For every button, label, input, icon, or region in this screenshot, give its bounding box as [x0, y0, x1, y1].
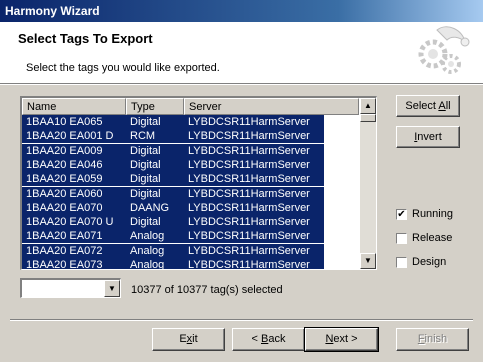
release-checkbox[interactable]: [396, 233, 407, 244]
cell-type: Digital: [130, 187, 161, 200]
release-label[interactable]: Release: [412, 232, 452, 244]
back-label-a: <: [251, 333, 261, 345]
cell-name: 1BAA20 EA070 U: [26, 216, 114, 229]
table-row[interactable]: 1BAA20 EA060 Digital LYBDCSR11HarmServer: [22, 186, 324, 201]
list-header: Name Type Server: [22, 98, 359, 115]
back-button[interactable]: < Back: [232, 328, 305, 351]
table-row[interactable]: 1BAA20 EA009 Digital LYBDCSR11HarmServer: [22, 143, 324, 158]
back-label-b: ack: [268, 333, 286, 345]
table-row[interactable]: 1BAA20 EA070 DAANG LYBDCSR11HarmServer: [22, 200, 324, 215]
cell-type: Digital: [130, 116, 161, 128]
cell-type: Analog: [130, 244, 165, 257]
vertical-scrollbar[interactable]: ▲ ▼: [360, 98, 376, 269]
cell-server: LYBDCSR11HarmServer: [188, 230, 310, 243]
invert-button[interactable]: Invert: [396, 126, 460, 148]
cell-name: 1BAA20 EA060: [26, 187, 103, 200]
page-subtitle: Select the tags you would like exported.: [26, 62, 220, 74]
table-row[interactable]: 1BAA20 EA070 U Digital LYBDCSR11HarmServer: [22, 215, 324, 230]
select-all-label-a: Select: [405, 100, 439, 112]
cell-type: Analog: [130, 230, 165, 243]
window-title: Harmony Wizard: [5, 4, 100, 18]
selection-status: 10377 of 10377 tag(s) selected: [131, 284, 283, 296]
finish-label-b: inish: [424, 333, 448, 345]
cell-server: LYBDCSR11HarmServer: [188, 187, 310, 200]
cell-server: LYBDCSR11HarmServer: [188, 259, 310, 270]
cell-name: 1BAA20 EA001 D: [26, 130, 114, 143]
invert-label-b: nvert: [417, 131, 442, 143]
cell-name: 1BAA20 EA009: [26, 144, 103, 157]
cell-name: 1BAA20 EA072: [26, 244, 103, 257]
footer-separator: [10, 319, 473, 321]
cell-type: Digital: [130, 158, 161, 171]
cell-name: 1BAA20 EA059: [26, 173, 103, 186]
table-row[interactable]: 1BAA20 EA001 D RCM LYBDCSR11HarmServer: [22, 129, 324, 144]
cell-type: Digital: [130, 144, 161, 157]
column-header-type[interactable]: Type: [126, 98, 184, 115]
filter-combobox[interactable]: ▼: [20, 278, 121, 298]
scroll-thumb[interactable]: [360, 114, 376, 122]
table-row[interactable]: 1BAA20 EA073 Analog LYBDCSR11HarmServer: [22, 258, 324, 270]
wizard-hat-gears-icon: [418, 26, 470, 74]
select-all-button[interactable]: Select All: [396, 95, 460, 117]
cell-type: RCM: [130, 130, 156, 143]
cell-type: Digital: [130, 173, 161, 186]
select-all-label-b: ll: [445, 100, 451, 112]
cell-type: Analog: [130, 259, 165, 270]
tags-list[interactable]: Name Type Server 1BAA10 EA065 Digital LYBD…: [20, 96, 377, 270]
finish-mnemonic: F: [417, 333, 425, 345]
cell-server: LYBDCSR11HarmServer: [188, 173, 310, 186]
chevron-down-icon[interactable]: ▼: [104, 280, 120, 297]
cell-type: Digital: [130, 216, 161, 229]
page-title: Select Tags To Export: [18, 31, 153, 46]
table-row[interactable]: 1BAA10 EA065 Digital LYBDCSR11HarmServer: [22, 115, 324, 129]
title-bar: Harmony Wizard: [0, 0, 483, 22]
exit-button[interactable]: Exit: [152, 328, 225, 351]
cell-server: LYBDCSR11HarmServer: [188, 116, 310, 128]
cell-name: 1BAA20 EA046: [26, 158, 103, 171]
column-header-server[interactable]: Server: [184, 98, 359, 115]
scroll-down-button[interactable]: ▼: [360, 253, 376, 269]
finish-button[interactable]: Finish: [396, 328, 469, 351]
cell-type: DAANG: [130, 201, 170, 214]
next-label-b: ext >: [333, 333, 358, 345]
cell-server: LYBDCSR11HarmServer: [188, 130, 310, 143]
exit-label-b: it: [192, 333, 198, 345]
wizard-header: Select Tags To Export Select the tags yo…: [0, 22, 483, 84]
running-label[interactable]: Running: [412, 208, 453, 220]
cell-name: 1BAA20 EA071: [26, 230, 103, 243]
cell-server: LYBDCSR11HarmServer: [188, 201, 310, 214]
design-checkbox[interactable]: [396, 257, 407, 268]
next-button[interactable]: Next >: [304, 327, 379, 352]
cell-server: LYBDCSR11HarmServer: [188, 244, 310, 257]
exit-label-a: E: [179, 333, 187, 345]
select-all-mnemonic: A: [438, 100, 446, 112]
table-row[interactable]: 1BAA20 EA072 Analog LYBDCSR11HarmServer: [22, 243, 324, 258]
cell-server: LYBDCSR11HarmServer: [188, 158, 310, 171]
cell-server: LYBDCSR11HarmServer: [188, 144, 310, 157]
cell-name: 1BAA20 EA073: [26, 259, 103, 270]
header-separator: [0, 84, 483, 85]
scroll-up-button[interactable]: ▲: [360, 98, 376, 114]
table-row[interactable]: 1BAA20 EA059 Digital LYBDCSR11HarmServer: [22, 172, 324, 187]
cell-name: 1BAA20 EA070: [26, 201, 103, 214]
running-checkbox[interactable]: ✔: [396, 209, 407, 220]
table-row[interactable]: 1BAA20 EA071 Analog LYBDCSR11HarmServer: [22, 229, 324, 244]
cell-server: LYBDCSR11HarmServer: [188, 216, 310, 229]
cell-name: 1BAA10 EA065: [26, 116, 103, 128]
column-header-name[interactable]: Name: [22, 98, 126, 115]
table-row[interactable]: 1BAA20 EA046 Digital LYBDCSR11HarmServer: [22, 157, 324, 172]
design-label[interactable]: Design: [412, 256, 446, 268]
